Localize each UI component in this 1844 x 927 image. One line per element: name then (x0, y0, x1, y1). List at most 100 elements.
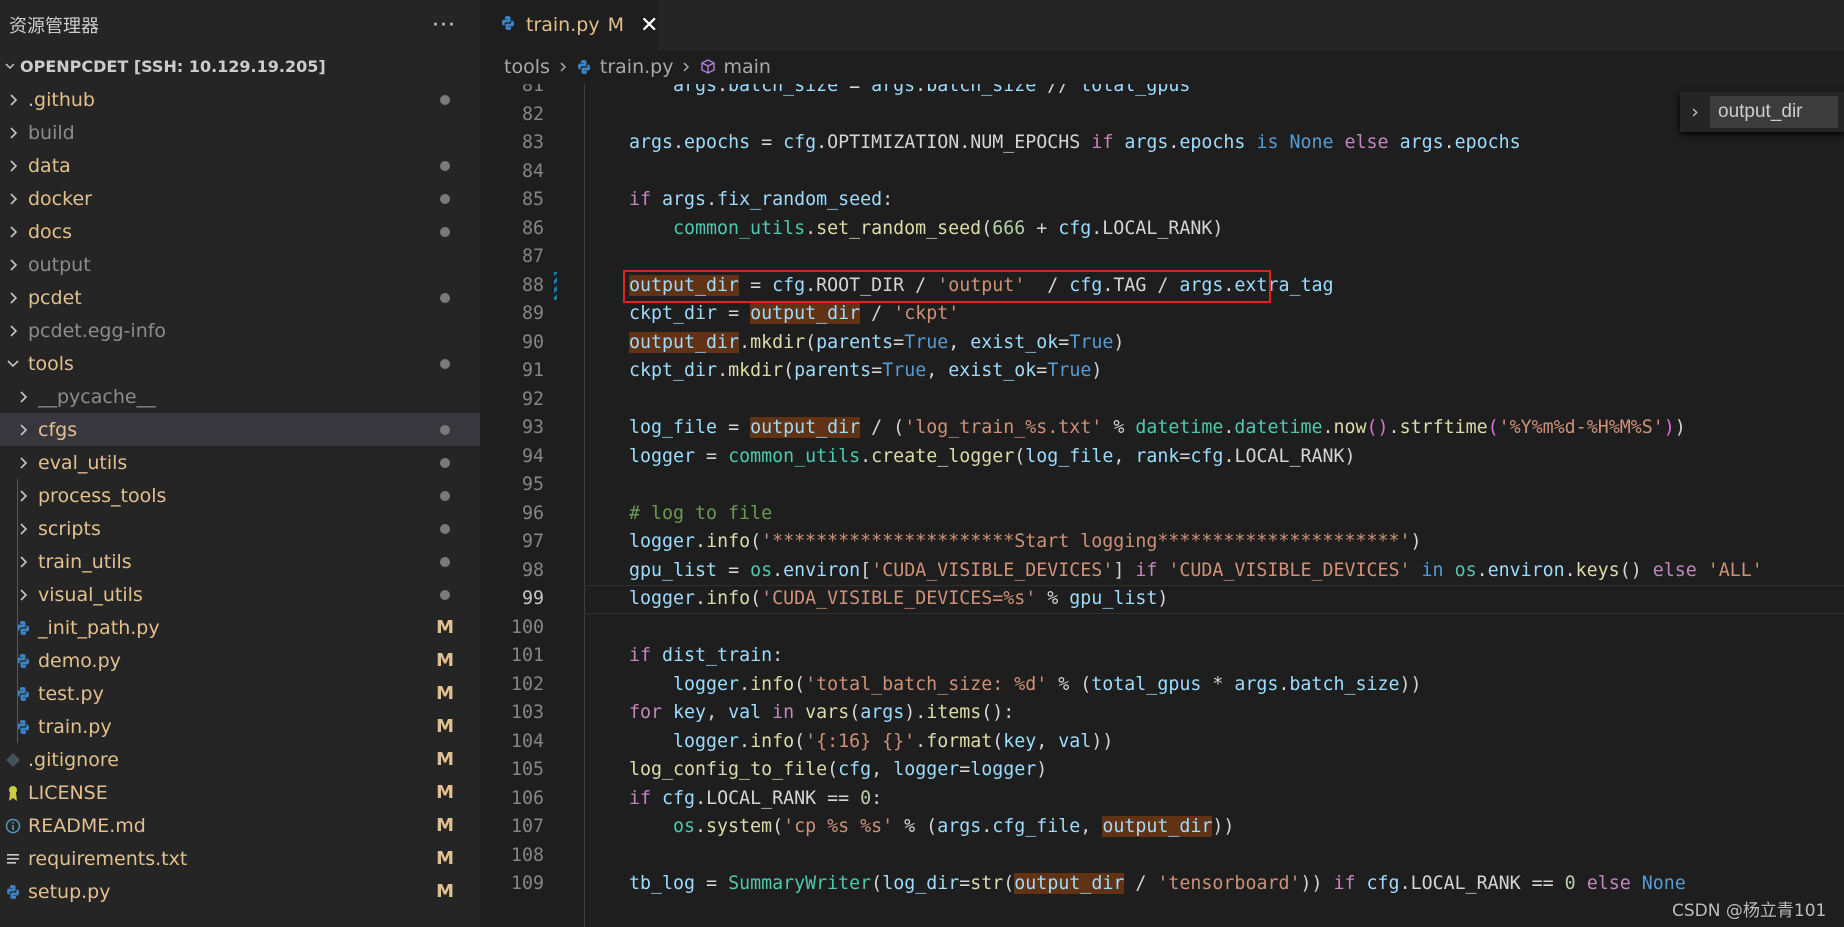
code-line[interactable]: 83 args.epochs = cfg.OPTIMIZATION.NUM_EPO… (480, 129, 1844, 158)
code-token: else (1652, 559, 1697, 581)
code-token: . (739, 673, 751, 695)
code-text: args.epochs = cfg.OPTIMIZATION.NUM_EPOCH… (629, 129, 1521, 158)
code-line[interactable]: 106 if cfg.LOCAL_RANK == 0: (480, 785, 1844, 814)
code-token: . (981, 816, 993, 837)
code-line[interactable]: 105 log_config_to_file(cfg, logger=logger… (480, 756, 1844, 785)
code-line[interactable]: 84 (480, 158, 1844, 187)
code-line[interactable]: 98 gpu_list = os.environ['CUDA_VISIBLE_DE… (480, 557, 1844, 586)
tree-item-label: _init_path.py (38, 616, 160, 639)
find-input[interactable]: output_dir (1710, 96, 1838, 128)
code-line[interactable]: 101 if dist_train: (480, 642, 1844, 671)
breadcrumb-symbol[interactable]: main (699, 56, 771, 78)
search-match-token: output_dir (750, 417, 861, 438)
folder-item[interactable]: visual_utils (0, 578, 480, 611)
code-token: ( (750, 588, 762, 609)
code-token: = (717, 303, 751, 324)
tree-item-label: tools (28, 352, 74, 375)
code-token: . (695, 531, 707, 552)
code-line[interactable]: 85 if args.fix_random_seed: (480, 186, 1844, 215)
folder-item[interactable]: scripts (0, 512, 480, 545)
code-line[interactable]: 91 ckpt_dir.mkdir(parents=True, exist_ok=… (480, 357, 1844, 386)
modified-dot (440, 281, 454, 314)
folder-item[interactable]: __pycache__ (0, 380, 480, 413)
toggle-replace-icon[interactable]: › (1680, 101, 1710, 123)
code-line[interactable]: 97 logger.info('**********************Sta… (480, 528, 1844, 557)
code-line[interactable]: 96 # log to file (480, 500, 1844, 529)
file-item[interactable]: demo.py M (0, 644, 480, 677)
git-status-badge: M (436, 815, 454, 836)
code-token: args (673, 84, 718, 96)
code-token: . (1564, 559, 1576, 581)
file-item[interactable]: test.py M (0, 677, 480, 710)
file-item[interactable]: requirements.txt M (0, 842, 480, 875)
code-line[interactable]: 108 (480, 842, 1844, 871)
code-line[interactable]: 103 for key, val in vars(args).items(): (480, 699, 1844, 728)
folder-item[interactable]: pcdet (0, 281, 480, 314)
code-line[interactable]: 93 log_file = output_dir / ('log_train_%s… (480, 414, 1844, 443)
file-item[interactable]: setup.py M (0, 875, 480, 908)
code-token: ( (827, 759, 839, 780)
code-token: args (860, 702, 905, 723)
code-line[interactable]: 92 (480, 386, 1844, 415)
folder-item[interactable]: train_utils (0, 545, 480, 578)
code-line[interactable]: 109 tb_log = SummaryWriter(log_dir=str(ou… (480, 870, 1844, 899)
folder-item[interactable]: eval_utils (0, 446, 480, 479)
file-item[interactable]: LICENSE M (0, 776, 480, 809)
file-item[interactable]: _init_path.py M (0, 611, 480, 644)
code-line[interactable]: 107 os.system('cp %s %s' % (args.cfg_file… (480, 813, 1844, 842)
folder-item[interactable]: data (0, 149, 480, 182)
python-file-icon (12, 653, 34, 669)
code-line[interactable]: 94 logger = common_utils.create_logger(lo… (480, 443, 1844, 472)
code-line[interactable]: 99 logger.info('CUDA_VISIBLE_DEVICES=%s' … (480, 585, 1844, 614)
file-item[interactable]: README.md M (0, 809, 480, 842)
folder-item[interactable]: output (0, 248, 480, 281)
code-token: ( (849, 702, 861, 723)
file-item[interactable]: .gitignore M (0, 743, 480, 776)
code-token: ] (1113, 559, 1136, 581)
code-line[interactable]: 104 logger.info('{:16} {}'.format(key, va… (480, 728, 1844, 757)
code-token: val (1058, 730, 1092, 752)
folder-item[interactable]: process_tools (0, 479, 480, 512)
folder-item[interactable]: pcdet.egg-info (0, 314, 480, 347)
code-token: now (1333, 417, 1367, 438)
code-editor[interactable]: 81 args.batch_size = args.batch_size // t… (480, 84, 1844, 927)
code-text: logger.info('total_batch_size: %d' % (to… (673, 671, 1422, 700)
tab-train-py[interactable]: train.py M ✕ (480, 0, 658, 50)
folder-item[interactable]: docker (0, 182, 480, 215)
folder-item[interactable]: build (0, 116, 480, 149)
code-line[interactable]: 90 output_dir.mkdir(parents=True, exist_o… (480, 329, 1844, 358)
chevron-right-icon (681, 61, 691, 73)
code-token: , (948, 331, 971, 353)
close-icon[interactable]: ✕ (640, 13, 658, 38)
code-line[interactable]: 87 (480, 243, 1844, 272)
code-line[interactable]: 89 ckpt_dir = output_dir / 'ckpt' (480, 300, 1844, 329)
code-line[interactable]: 100 (480, 614, 1844, 643)
chevron-right-icon (12, 555, 34, 569)
breadcrumb-file[interactable]: train.py (576, 56, 673, 78)
more-actions-icon[interactable]: ··· (432, 13, 456, 38)
code-token: keys (1575, 559, 1620, 581)
explorer-sidebar: 资源管理器 ··· OPENPCDET [SSH: 10.129.19.205]… (0, 0, 480, 927)
chevron-right-icon (2, 324, 24, 338)
code-line[interactable]: 81 args.batch_size = args.batch_size // t… (480, 84, 1844, 101)
code-line[interactable]: 86 common_utils.set_random_seed(666 + cfg… (480, 215, 1844, 244)
file-item[interactable]: train.py M (0, 710, 480, 743)
folder-item[interactable]: .github (0, 83, 480, 116)
code-token: ( (805, 331, 817, 353)
code-token: ( (981, 217, 993, 239)
folder-item[interactable]: docs (0, 215, 480, 248)
folder-item[interactable]: cfgs (0, 413, 480, 446)
chevron-right-icon (558, 61, 568, 73)
info-icon (2, 818, 24, 834)
code-token: = (1036, 360, 1048, 381)
folder-item[interactable]: tools (0, 347, 480, 380)
code-line[interactable]: 102 logger.info('total_batch_size: %d' % … (480, 671, 1844, 700)
breadcrumb-folder[interactable]: tools (504, 56, 550, 78)
code-text: log_file = output_dir / ('log_train_%s.t… (629, 414, 1686, 443)
tree-item-label: pcdet.egg-info (28, 319, 167, 342)
code-line[interactable]: 82 (480, 101, 1844, 130)
workspace-root[interactable]: OPENPCDET [SSH: 10.129.19.205] (0, 50, 480, 83)
code-line[interactable]: 95 (480, 471, 1844, 500)
